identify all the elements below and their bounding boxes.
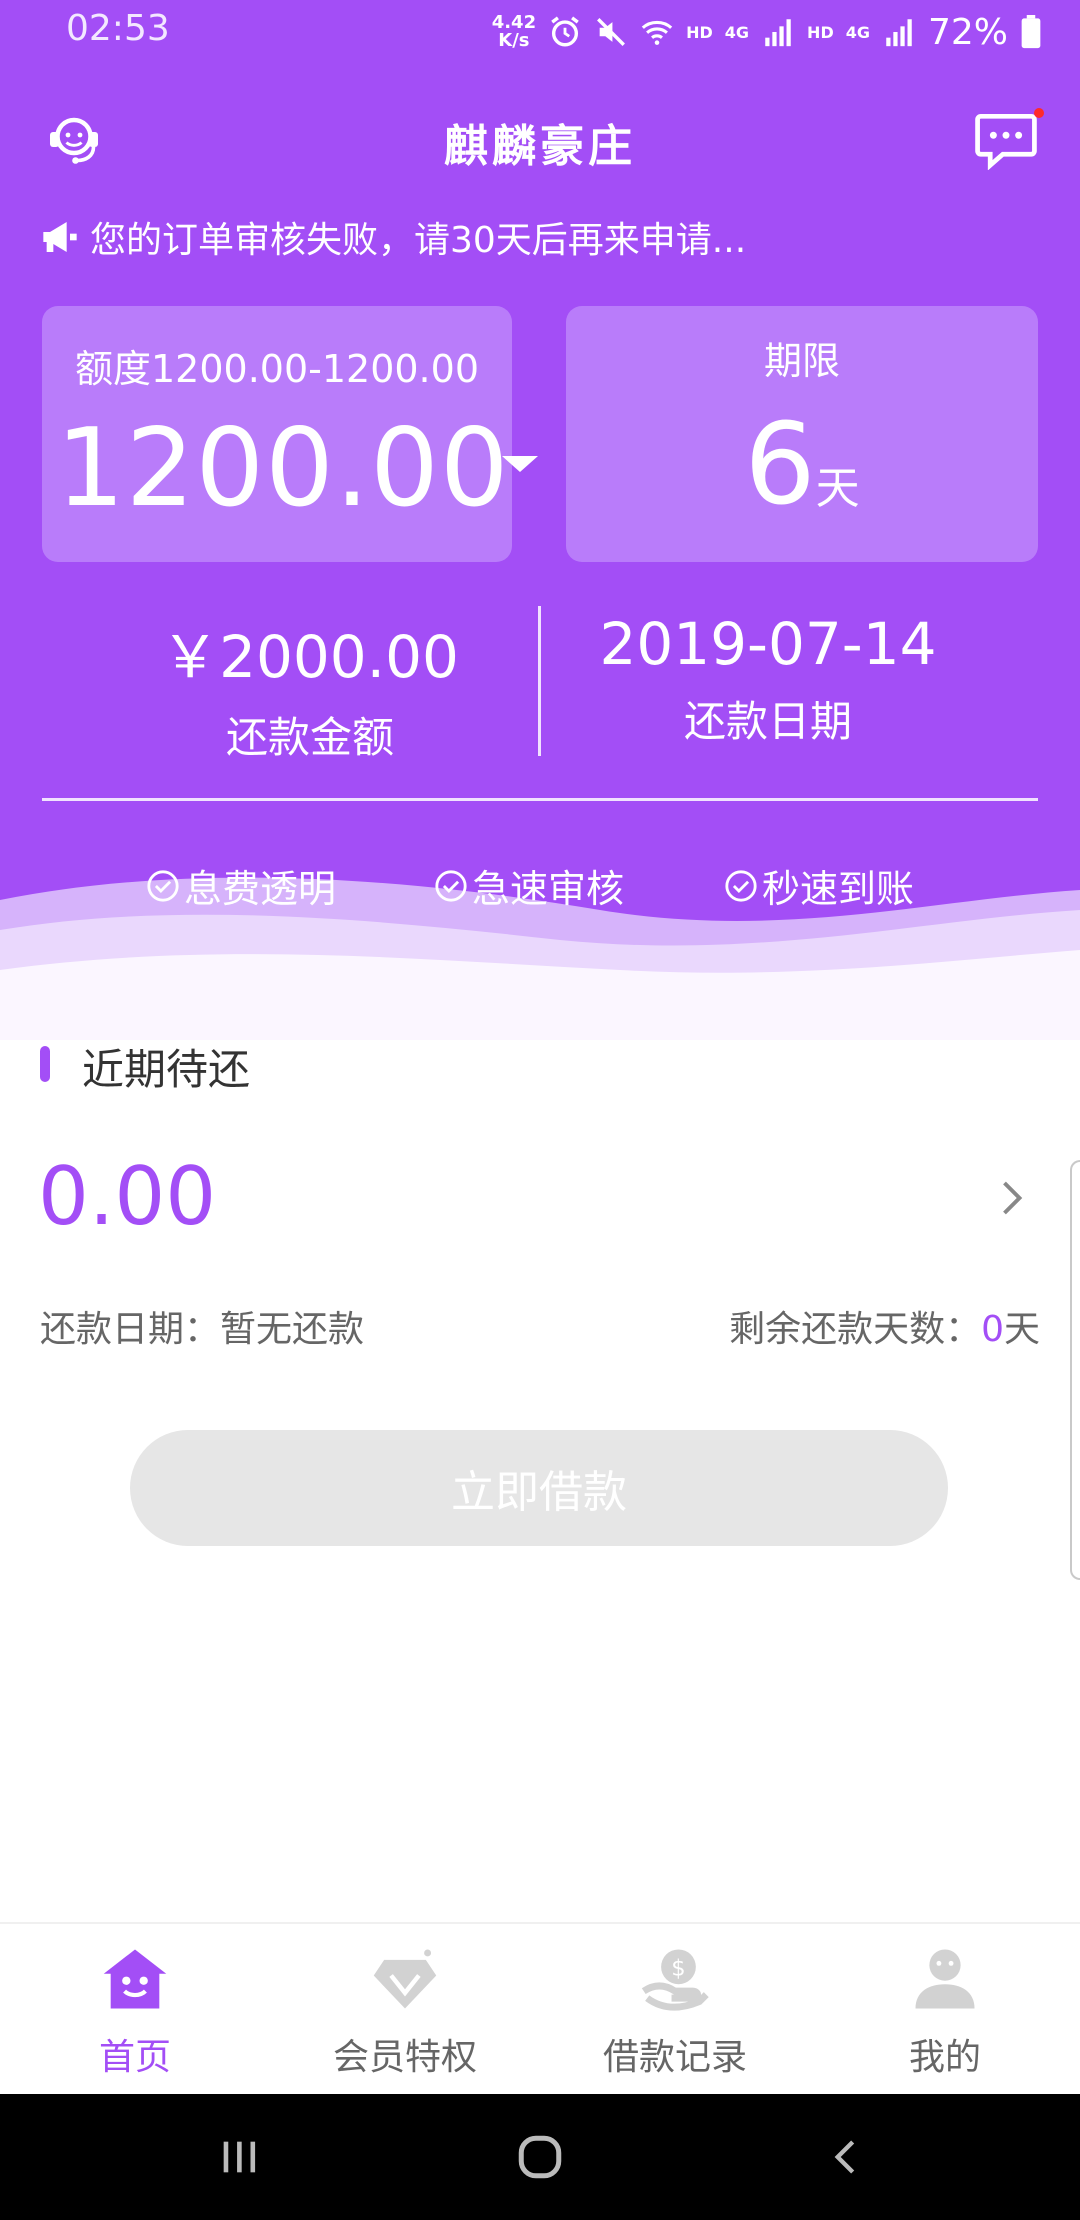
repay-date-block: 2019-07-14 还款日期 (538, 610, 998, 749)
hd-label-1: HD (686, 22, 713, 42)
chevron-right-icon[interactable] (998, 1180, 1026, 1216)
quota-range-label: 额度1200.00-1200.00 (75, 347, 479, 391)
term-value: 6天 (566, 400, 1038, 530)
repay-date: 2019-07-14 (599, 610, 937, 678)
quota-amount: 1200.00 (56, 406, 510, 531)
feature-item: 秒速到账 (724, 858, 914, 913)
status-icons: 4.42 K/s HD 4G HD 4G 72% (492, 8, 1042, 56)
pending-section-title: 近期待还 (82, 1045, 251, 1094)
recent-apps-icon[interactable] (216, 2132, 262, 2182)
app-page: 02:53 4.42 K/s HD 4G HD 4G 72% 麒麟豪庄 您的订单… (0, 0, 1080, 2220)
feature-list: 息费透明 急速审核 秒速到账 (0, 858, 1080, 918)
section-accent-bar (40, 1046, 50, 1082)
horizontal-divider (42, 798, 1038, 801)
bottom-tab-bar: 首页 会员特权 $ 借款记录 我的 (0, 1922, 1080, 2094)
unread-dot (1034, 108, 1044, 118)
repay-amount: ￥2000.00 (161, 623, 459, 691)
network-type-2: 4G (845, 22, 870, 42)
pending-date: 还款日期：暂无还款 (40, 1309, 365, 1350)
check-circle-icon (147, 869, 179, 902)
repay-date-label: 还款日期 (683, 697, 852, 746)
signal-icon-1 (765, 19, 791, 47)
check-circle-icon (725, 869, 757, 902)
notice-bar[interactable]: 您的订单审核失败，请30天后再来申请... (40, 212, 746, 262)
tab-loan-records[interactable]: $ 借款记录 (540, 1924, 810, 2096)
dropdown-caret-icon[interactable] (502, 456, 538, 472)
tab-profile[interactable]: 我的 (810, 1924, 1080, 2096)
network-type-1: 4G (724, 22, 750, 42)
notice-text: 您的订单审核失败，请30天后再来申请... (90, 220, 747, 261)
hd-label-2: HD (807, 22, 834, 42)
repay-amount-label: 还款金额 (225, 713, 394, 762)
remaining-days: 剩余还款天数：0天 (729, 1309, 1040, 1350)
feature-item: 息费透明 (146, 858, 336, 913)
home-button-icon[interactable] (515, 2132, 565, 2182)
mute-icon (597, 18, 626, 46)
tab-membership[interactable]: 会员特权 (270, 1924, 540, 2096)
wifi-icon (641, 20, 673, 45)
home-icon (103, 1949, 167, 2009)
borrow-now-button[interactable]: 立即借款 (130, 1430, 948, 1546)
term-unit: 天 (815, 463, 860, 514)
battery-icon (1021, 15, 1041, 49)
check-circle-icon (435, 869, 467, 902)
tab-home[interactable]: 首页 (0, 1924, 270, 2096)
network-speed: 4.42 K/s (491, 12, 537, 51)
term-number: 6 (744, 400, 816, 530)
loan-record-icon: $ (641, 1949, 709, 2011)
pending-amount[interactable]: 0.00 (38, 1150, 216, 1243)
battery-percent: 72% (927, 11, 1008, 53)
quota-card[interactable]: 额度1200.00-1200.00 1200.00 (42, 306, 538, 562)
app-title: 麒麟豪庄 (444, 121, 636, 172)
side-panel-handle[interactable] (1070, 1160, 1080, 1580)
app-header: 麒麟豪庄 (0, 100, 1080, 180)
status-bar: 02:53 4.42 K/s HD 4G HD 4G 72% (0, 0, 1080, 64)
back-icon[interactable] (826, 2132, 866, 2182)
term-label: 期限 (763, 339, 840, 383)
alarm-icon (551, 16, 579, 47)
svg-text:$: $ (671, 1956, 685, 1982)
repay-amount-block: ￥2000.00 还款金额 (80, 610, 540, 765)
system-nav-bar (0, 2094, 1080, 2220)
feature-item: 急速审核 (434, 858, 624, 913)
term-card[interactable]: 期限 6天 (566, 306, 1038, 562)
diamond-icon (373, 1949, 437, 2009)
megaphone-icon (43, 222, 77, 252)
profile-icon (915, 1949, 975, 2009)
signal-icon-2 (886, 19, 912, 47)
message-icon[interactable] (974, 110, 1038, 170)
status-time: 02:53 (66, 8, 170, 49)
